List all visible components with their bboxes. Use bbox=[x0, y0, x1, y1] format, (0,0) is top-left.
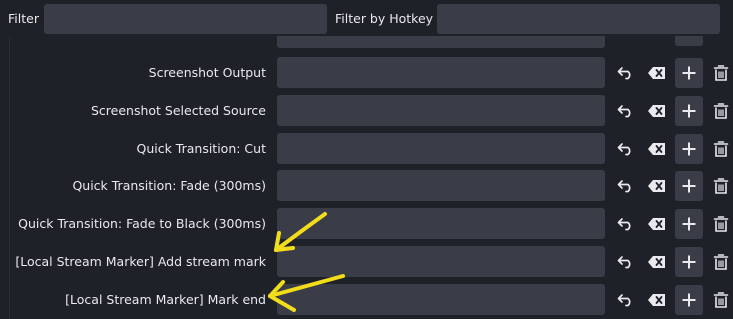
hotkeys-settings-panel: Filter Filter by Hotkey Screenshot Outpu… bbox=[0, 0, 733, 319]
hotkey-row-label: Quick Transition: Fade (300ms) bbox=[72, 178, 266, 193]
trash-icon bbox=[713, 254, 729, 270]
backspace-clear-icon bbox=[648, 105, 665, 117]
trash-icon bbox=[713, 216, 729, 232]
hotkey-row: Quick Transition: Cut bbox=[0, 133, 733, 165]
hotkey-row: Quick Transition: Fade to Black (300ms) bbox=[0, 208, 733, 240]
undo-arrow-icon bbox=[617, 294, 631, 307]
add-button[interactable] bbox=[675, 247, 703, 277]
filter-label: Filter bbox=[8, 11, 39, 26]
hotkey-row-label: [Local Stream Marker] Mark end bbox=[65, 292, 266, 307]
revert-button[interactable] bbox=[612, 96, 640, 126]
add-button[interactable] bbox=[675, 96, 703, 126]
trash-icon bbox=[713, 178, 729, 194]
revert-button[interactable] bbox=[612, 285, 640, 315]
backspace-clear-icon bbox=[648, 67, 665, 79]
hotkey-row-label: Screenshot Output bbox=[148, 65, 266, 80]
revert-button[interactable] bbox=[612, 134, 640, 164]
trash-icon bbox=[713, 65, 729, 81]
hotkey-row: [Local Stream Marker] Add stream mark bbox=[0, 246, 733, 278]
backspace-clear-icon bbox=[648, 218, 665, 230]
hotkey-input[interactable] bbox=[277, 284, 605, 315]
hotkey-row-label: Quick Transition: Cut bbox=[136, 141, 266, 156]
filter-input[interactable] bbox=[44, 4, 327, 34]
backspace-clear-icon bbox=[648, 180, 665, 192]
partial-hotkey-input[interactable] bbox=[277, 36, 605, 48]
hotkey-row: Screenshot Selected Source bbox=[0, 95, 733, 127]
plus-icon bbox=[682, 293, 696, 307]
clear-button[interactable] bbox=[643, 285, 671, 315]
backspace-clear-icon bbox=[648, 294, 665, 306]
clear-button[interactable] bbox=[643, 134, 671, 164]
trash-icon bbox=[713, 141, 729, 157]
hotkey-input[interactable] bbox=[277, 208, 605, 239]
plus-icon bbox=[682, 179, 696, 193]
revert-button[interactable] bbox=[612, 58, 640, 88]
hotkey-input[interactable] bbox=[277, 57, 605, 88]
trash-icon bbox=[713, 292, 729, 308]
hotkey-row: Quick Transition: Fade (300ms) bbox=[0, 170, 733, 202]
add-button[interactable] bbox=[675, 171, 703, 201]
hotkey-row-label: [Local Stream Marker] Add stream mark bbox=[15, 254, 266, 269]
undo-arrow-icon bbox=[617, 218, 631, 231]
undo-arrow-icon bbox=[617, 143, 631, 156]
clear-button[interactable] bbox=[643, 209, 671, 239]
backspace-clear-icon bbox=[648, 143, 665, 155]
undo-arrow-icon bbox=[617, 256, 631, 269]
revert-button[interactable] bbox=[612, 247, 640, 277]
undo-arrow-icon bbox=[617, 105, 631, 118]
plus-icon bbox=[682, 255, 696, 269]
hotkey-input[interactable] bbox=[277, 246, 605, 277]
hotkey-input[interactable] bbox=[277, 133, 605, 164]
revert-button[interactable] bbox=[612, 171, 640, 201]
hotkey-row-label: Screenshot Selected Source bbox=[90, 103, 266, 118]
add-button[interactable] bbox=[675, 285, 703, 315]
plus-icon bbox=[682, 104, 696, 118]
filter-bar: Filter Filter by Hotkey bbox=[0, 0, 733, 38]
undo-arrow-icon bbox=[617, 180, 631, 193]
undo-arrow-icon bbox=[617, 67, 631, 80]
clear-button[interactable] bbox=[643, 171, 671, 201]
filter-by-hotkey-input[interactable] bbox=[437, 4, 720, 34]
plus-icon bbox=[682, 66, 696, 80]
revert-button[interactable] bbox=[612, 209, 640, 239]
clear-button[interactable] bbox=[643, 96, 671, 126]
vertical-scrollbar[interactable] bbox=[729, 38, 733, 319]
hotkey-row: Screenshot Output bbox=[0, 57, 733, 89]
add-button[interactable] bbox=[675, 58, 703, 88]
plus-icon bbox=[682, 142, 696, 156]
partial-add-button[interactable] bbox=[675, 36, 703, 46]
hotkey-row-label: Quick Transition: Fade to Black (300ms) bbox=[18, 216, 266, 231]
hotkey-input[interactable] bbox=[277, 95, 605, 126]
add-button[interactable] bbox=[675, 134, 703, 164]
filter-by-hotkey-label: Filter by Hotkey bbox=[335, 11, 434, 26]
add-button[interactable] bbox=[675, 209, 703, 239]
hotkey-input[interactable] bbox=[277, 170, 605, 201]
hotkey-row: [Local Stream Marker] Mark end bbox=[0, 284, 733, 316]
trash-icon bbox=[713, 103, 729, 119]
clear-button[interactable] bbox=[643, 247, 671, 277]
backspace-clear-icon bbox=[648, 256, 665, 268]
plus-icon bbox=[682, 217, 696, 231]
clear-button[interactable] bbox=[643, 58, 671, 88]
